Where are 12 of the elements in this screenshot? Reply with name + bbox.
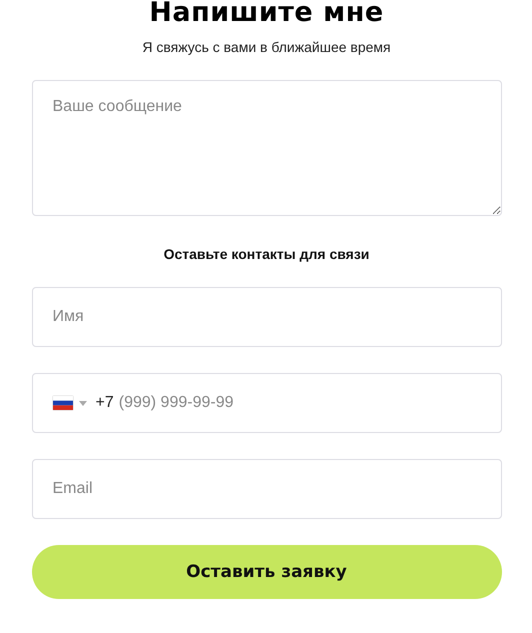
caret-icon xyxy=(78,400,86,406)
message-field[interactable]: Ваше сообщение xyxy=(32,80,502,216)
email-field[interactable]: Email xyxy=(32,459,502,519)
phone-code: +7 xyxy=(96,394,114,412)
phone-field[interactable]: +7 (999) 999-99-99 xyxy=(32,373,502,433)
flag-icon xyxy=(52,396,72,410)
form-subtitle: Я свяжусь с вами в ближайшее время xyxy=(141,39,392,55)
form-title: Напишите мне xyxy=(148,0,385,28)
country-selector[interactable] xyxy=(52,396,86,410)
contacts-heading: Оставьте контакты для связи xyxy=(162,246,370,262)
name-field[interactable]: Имя xyxy=(32,287,502,347)
submit-button[interactable]: Оставить заявку xyxy=(32,545,502,599)
